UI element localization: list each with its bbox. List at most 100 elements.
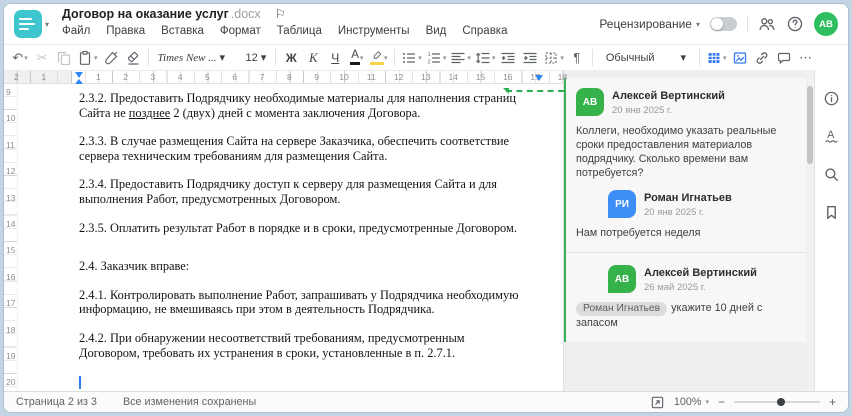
app-logo-icon xyxy=(14,10,42,38)
comment-reply[interactable]: РИ Роман Игнатьев 20 янв 2025 г. Нам пот… xyxy=(576,190,796,240)
paste-button[interactable]: ▾ xyxy=(76,47,99,69)
bullet-list-button[interactable]: ▾ xyxy=(400,47,423,69)
underline-button[interactable]: Ч xyxy=(325,47,345,69)
more-tools-button[interactable]: ⋯ xyxy=(796,47,816,69)
formatting-toolbar: ↶ ▾ ✂ ▾ Times New ... ▾ 12 ▾ Ж К Ч А ▾ ▾… xyxy=(4,44,848,70)
bold-button[interactable]: Ж xyxy=(281,47,301,69)
commented-text[interactable]: позднее xyxy=(129,106,170,120)
comment-thread[interactable]: АВ Алексей Вертинский 20 янв 2025 г. Кол… xyxy=(564,78,806,342)
review-mode-label: Рецензирование xyxy=(599,17,692,31)
menu-item[interactable]: Справка xyxy=(462,25,507,37)
document-extension: .docx xyxy=(230,7,261,21)
paragraph-list: 2.3.3. В случае размещения Сайта на серв… xyxy=(79,134,527,360)
divider xyxy=(699,49,701,66)
header: ▾ Договор на оказание услуг .docx ⚐ Файл… xyxy=(4,4,848,44)
menu-bar: Файл Правка Вставка Формат Таблица Инструмент… xyxy=(62,25,508,37)
comment[interactable]: АВ Алексей Вертинский 20 янв 2025 г. Кол… xyxy=(576,88,796,180)
comment-text: Роман Игнатьев укажите 10 дней с запасом xyxy=(576,302,763,329)
undo-button[interactable]: ↶ ▾ xyxy=(10,47,30,69)
align-button[interactable]: ▾ xyxy=(449,47,472,69)
italic-button[interactable]: К xyxy=(303,47,323,69)
chevron-down-icon: ▾ xyxy=(94,54,98,62)
scrollbar[interactable] xyxy=(806,70,814,391)
document-viewport: 9 10 11 12 13 14 15 16 17 18 19 20 2.3.2. Предостав… xyxy=(4,84,564,391)
divider xyxy=(591,49,593,66)
document-column: 2 1 1 2 3 4 5 6 7 8 9 10 11 12 13 14 15 16 17 18 9 10 11 12 13 1… xyxy=(4,70,567,391)
app-logo-button[interactable]: ▾ xyxy=(14,10,49,38)
divider xyxy=(747,15,748,33)
line-spacing-button[interactable]: ▾ xyxy=(474,47,497,69)
font-name-dropdown[interactable]: Times New ... ▾ xyxy=(154,51,240,65)
horizontal-ruler[interactable]: 2 1 1 2 3 4 5 6 7 8 9 10 11 12 13 14 15 16 17 18 xyxy=(4,70,567,84)
document-title: Договор на оказание услуг xyxy=(62,7,229,21)
info-icon[interactable] xyxy=(823,90,840,107)
vertical-ruler[interactable]: 9 10 11 12 13 14 15 16 17 18 19 20 xyxy=(4,84,18,391)
first-line-indent-marker[interactable] xyxy=(75,72,83,78)
chevron-down-icon: ▾ xyxy=(723,54,727,62)
add-comment-button[interactable] xyxy=(774,47,794,69)
paragraph[interactable]: 2.3.5. Оплатить результат Работ в порядк… xyxy=(79,221,527,236)
document-page[interactable]: 2.3.2. Предоставить Подрядчику необходим… xyxy=(18,84,564,391)
scrollbar-thumb[interactable] xyxy=(807,86,813,164)
increase-indent-button[interactable] xyxy=(520,47,540,69)
menu-item[interactable]: Вид xyxy=(426,25,447,37)
font-size-dropdown[interactable]: 12 ▾ xyxy=(242,51,271,65)
fit-to-page-icon[interactable] xyxy=(650,395,665,410)
paragraph-borders-button[interactable]: ▾ xyxy=(542,47,565,69)
search-icon[interactable] xyxy=(823,166,840,183)
insert-table-button[interactable]: ▾ xyxy=(705,47,728,69)
menu-item[interactable]: Таблица xyxy=(277,25,322,37)
page-indicator[interactable]: Страница 2 из 3 xyxy=(16,396,97,408)
chevron-down-icon: ▾ xyxy=(359,54,364,62)
cursor-line[interactable] xyxy=(79,374,527,389)
cut-button[interactable]: ✂ xyxy=(32,47,52,69)
collaborators-icon[interactable] xyxy=(758,15,776,33)
paragraph[interactable]: 2.3.2. Предоставить Подрядчику необходим… xyxy=(79,91,527,120)
menu-item[interactable]: Правка xyxy=(106,25,145,37)
user-avatar[interactable]: АВ xyxy=(814,12,838,36)
zoom-out-button[interactable]: − xyxy=(718,395,725,409)
show-paragraph-marks-button[interactable]: ¶ xyxy=(567,47,587,69)
review-mode-dropdown[interactable]: Рецензирование ▾ xyxy=(599,17,700,31)
menu-item[interactable]: Вставка xyxy=(161,25,204,37)
help-icon[interactable] xyxy=(786,15,804,33)
paragraph[interactable]: 2.4.2. При обнаружении несоответствий тр… xyxy=(79,331,527,360)
status-bar: Страница 2 из 3 Все изменения сохранены … xyxy=(4,391,848,412)
chevron-down-icon: ▾ xyxy=(219,52,226,64)
zoom-slider[interactable] xyxy=(733,398,820,406)
comment-author-avatar: АВ xyxy=(608,265,636,293)
zoom-slider-knob[interactable] xyxy=(777,398,786,406)
insert-link-button[interactable] xyxy=(752,47,772,69)
comments-panel: АВ Алексей Вертинский 20 янв 2025 г. Кол… xyxy=(563,70,806,391)
paragraph[interactable]: 2.3.4. Предоставить Подрядчику доступ к … xyxy=(79,177,527,206)
numbered-list-button[interactable]: 12 ▾ xyxy=(425,47,448,69)
chevron-down-icon: ▾ xyxy=(260,52,267,64)
bookmark-icon[interactable] xyxy=(823,204,840,221)
paragraph[interactable]: 2.4. Заказчик вправе: xyxy=(79,259,527,274)
svg-text:А: А xyxy=(827,129,835,141)
zoom-level-dropdown[interactable]: 100% ▾ xyxy=(674,396,709,408)
divider xyxy=(275,49,277,66)
zoom-in-button[interactable]: + xyxy=(829,395,836,409)
mention-chip[interactable]: Роман Игнатьев xyxy=(576,302,668,316)
clear-formatting-icon[interactable] xyxy=(123,47,143,69)
flag-icon[interactable]: ⚐ xyxy=(275,7,286,21)
format-painter-icon[interactable] xyxy=(101,47,121,69)
spellcheck-icon[interactable]: А xyxy=(823,128,840,145)
highlight-color-button[interactable]: ▾ xyxy=(369,47,389,69)
copy-button[interactable] xyxy=(54,47,74,69)
menu-item[interactable]: Формат xyxy=(220,25,261,37)
insert-image-button[interactable] xyxy=(730,47,750,69)
decrease-indent-button[interactable] xyxy=(498,47,518,69)
comment-reply[interactable]: АВ Алексей Вертинский 26 май 2025 г. Ром… xyxy=(576,265,796,330)
menu-item[interactable]: Инструменты xyxy=(338,25,410,37)
paragraph[interactable]: 2.3.3. В случае размещения Сайта на серв… xyxy=(79,134,527,163)
paragraph-style-dropdown[interactable]: Обычный ▾ xyxy=(598,51,694,65)
font-color-button[interactable]: А ▾ xyxy=(347,47,367,69)
menu-item[interactable]: Файл xyxy=(62,25,90,37)
paragraph[interactable]: 2.4.1. Контролировать выполнение Работ, … xyxy=(79,288,527,317)
right-sidebar: А xyxy=(814,70,848,391)
right-indent-marker[interactable] xyxy=(535,75,543,81)
review-toggle[interactable] xyxy=(710,17,737,31)
toggle-knob xyxy=(711,18,723,30)
